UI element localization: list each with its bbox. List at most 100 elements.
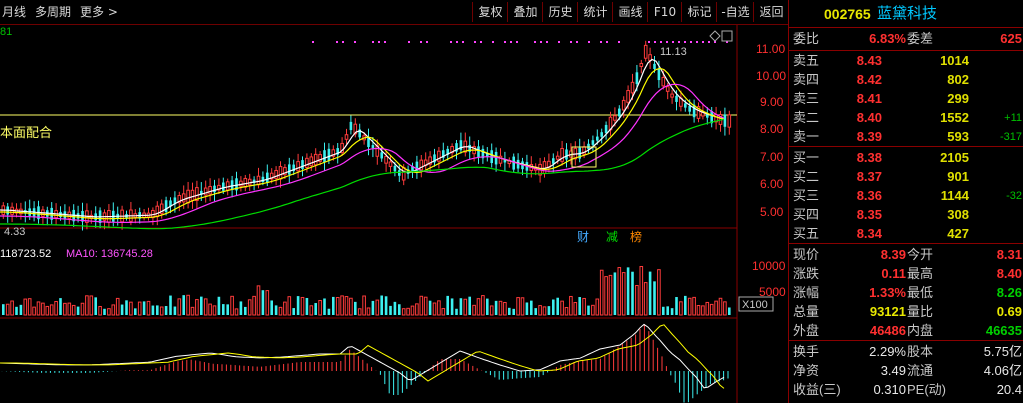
chart-toolbar: 月线 多周期 更多 > 复权 叠加 历史 统计 画线 F10 标记 -自选 返回 bbox=[0, 0, 788, 25]
window-icon[interactable] bbox=[721, 30, 733, 42]
ask-change: +11 bbox=[1004, 112, 1022, 124]
multi-period-tab[interactable]: 多周期 bbox=[35, 4, 71, 21]
volume-bar bbox=[498, 300, 503, 316]
candle bbox=[393, 165, 397, 172]
volume-bar bbox=[151, 305, 155, 315]
volume-bar bbox=[261, 290, 265, 315]
volume-bar bbox=[230, 295, 234, 316]
candle bbox=[309, 156, 314, 167]
bid-row[interactable]: 买一 8.38 2105 bbox=[789, 148, 1023, 168]
bid-row[interactable]: 买二 8.37 901 bbox=[789, 167, 1023, 187]
bid-label: 买二 bbox=[793, 169, 820, 184]
divider bbox=[789, 243, 1023, 244]
bid-change: -32 bbox=[1006, 190, 1022, 202]
candle bbox=[600, 132, 603, 137]
bid-row[interactable]: 买四 8.35 308 bbox=[789, 205, 1023, 225]
volume-bar bbox=[604, 276, 608, 316]
candle bbox=[555, 155, 560, 160]
candle bbox=[288, 164, 291, 175]
volume-bar bbox=[234, 308, 239, 316]
volume-bar bbox=[314, 303, 317, 315]
volume-bar bbox=[49, 304, 54, 316]
price-tick: 11.00 bbox=[756, 42, 785, 56]
volume-bar bbox=[657, 269, 661, 316]
volume-bar bbox=[621, 272, 626, 316]
stats-button[interactable]: 统计 bbox=[577, 2, 613, 22]
volume-bar bbox=[446, 295, 449, 315]
fuquan-button[interactable]: 复权 bbox=[472, 2, 508, 22]
ask-label: 卖五 bbox=[793, 53, 820, 68]
volume-bar bbox=[340, 295, 344, 316]
mark-button[interactable]: 标记 bbox=[681, 2, 717, 22]
bid-row[interactable]: 买五 8.34 427 bbox=[789, 224, 1023, 244]
volume-bar bbox=[525, 302, 529, 315]
stat-value: 93121 bbox=[869, 304, 906, 319]
stat-label: 现价 bbox=[793, 247, 820, 262]
overlay-button[interactable]: 叠加 bbox=[507, 2, 543, 22]
candle bbox=[164, 200, 168, 213]
signal-dot bbox=[492, 41, 494, 43]
volume-bar bbox=[274, 305, 278, 315]
volume-bar bbox=[626, 267, 630, 315]
kline-chart[interactable]: 11.00 10.00 9.00 8.00 7.00 6.00 5.00 100… bbox=[0, 25, 788, 403]
signal-dot bbox=[336, 41, 338, 43]
fund-label: 净资 bbox=[793, 363, 820, 378]
candle bbox=[239, 180, 243, 187]
signal-dot bbox=[384, 41, 386, 43]
volume-bar bbox=[476, 298, 481, 316]
ask-row[interactable]: 卖二 8.40 1552 +11 bbox=[789, 108, 1023, 128]
volume-bar bbox=[103, 308, 106, 315]
ranking-badge[interactable]: 榜 bbox=[630, 229, 642, 244]
finance-badge[interactable]: 财 bbox=[577, 230, 589, 244]
candle bbox=[213, 185, 216, 193]
signal-dots-group bbox=[312, 41, 728, 43]
candle bbox=[296, 161, 300, 172]
f10-button[interactable]: F10 bbox=[647, 2, 682, 22]
volume-tick: 10000 bbox=[752, 259, 786, 273]
volume-bar bbox=[415, 303, 419, 316]
volume-bar bbox=[494, 300, 498, 315]
candle bbox=[186, 189, 190, 204]
volume-bar bbox=[701, 305, 705, 316]
volume-bar bbox=[723, 301, 727, 316]
ask-row[interactable]: 卖三 8.41 299 bbox=[789, 89, 1023, 109]
volume-bar bbox=[226, 304, 229, 315]
candle bbox=[643, 44, 648, 59]
volume-bar bbox=[309, 305, 314, 316]
signal-dot bbox=[354, 41, 356, 43]
ma10-volume-label: MA10: 136745.28 bbox=[66, 248, 153, 260]
signal-dot bbox=[606, 41, 608, 43]
bid-row[interactable]: 买三 8.36 1144 -32 bbox=[789, 186, 1023, 206]
diamond-icon[interactable] bbox=[709, 30, 721, 42]
history-button[interactable]: 历史 bbox=[542, 2, 578, 22]
ask-row[interactable]: 卖五 8.43 1014 bbox=[789, 51, 1023, 71]
bid-label: 买一 bbox=[793, 150, 820, 165]
draw-line-button[interactable]: 画线 bbox=[612, 2, 648, 22]
candle bbox=[313, 153, 318, 166]
fund-value: 20.4 bbox=[996, 382, 1022, 397]
reduce-badge[interactable]: 减 bbox=[606, 230, 618, 244]
ask-row[interactable]: 卖一 8.39 593 -317 bbox=[789, 127, 1023, 147]
ask-price: 8.40 bbox=[856, 110, 882, 125]
volume-bar bbox=[573, 302, 578, 316]
candle bbox=[155, 205, 160, 218]
volume-bar bbox=[137, 301, 142, 316]
annotation-text: 本面配合 bbox=[0, 125, 52, 140]
back-button[interactable]: 返回 bbox=[753, 2, 789, 22]
volume-bar bbox=[349, 297, 353, 316]
candle bbox=[380, 152, 383, 159]
ask-row[interactable]: 卖四 8.42 802 bbox=[789, 70, 1023, 90]
volume-bar bbox=[169, 295, 172, 315]
volume-bar bbox=[538, 305, 542, 316]
candle bbox=[727, 114, 732, 128]
high-price-label: 11.13 bbox=[660, 46, 687, 58]
more-menu[interactable]: 更多 > bbox=[80, 4, 118, 21]
volume-bar bbox=[305, 297, 309, 315]
period-month-tab[interactable]: 月线 bbox=[2, 4, 26, 21]
fund-value: 0.310 bbox=[873, 382, 906, 397]
signal-dot bbox=[546, 41, 548, 43]
watchlist-button[interactable]: -自选 bbox=[716, 2, 754, 22]
volume-bars-group bbox=[2, 266, 731, 316]
volume-bar bbox=[617, 267, 622, 316]
stat-row: 涨幅 1.33% 最低 8.26 bbox=[789, 283, 1023, 303]
